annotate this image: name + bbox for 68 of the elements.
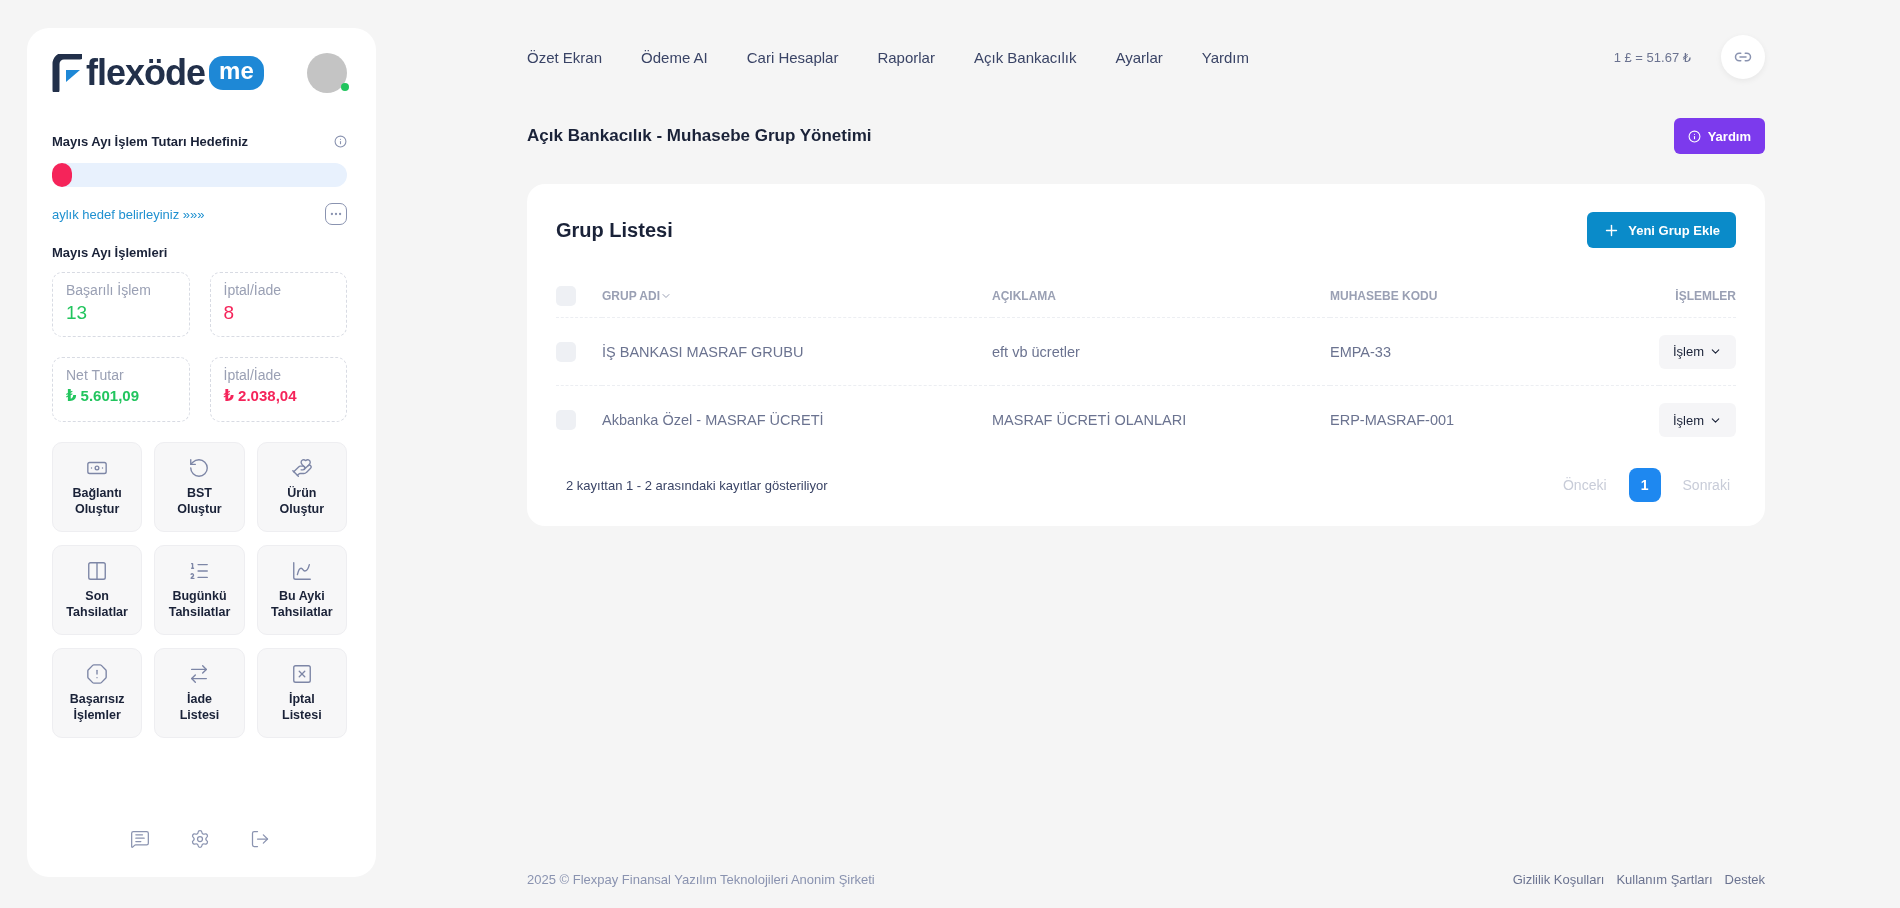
table-cell: İŞ BANKASI MASRAF GRUBU <box>602 318 992 386</box>
shortcut-tile[interactable]: BST Oluştur <box>154 442 245 532</box>
logo-mark-icon <box>52 54 82 92</box>
more-button[interactable] <box>325 203 347 225</box>
column-header: GRUP ADI <box>602 287 660 305</box>
stat-label: İptal/İade <box>223 367 283 383</box>
goal-title: Mayıs Ayı İşlem Tutarı Hedefiniz <box>52 134 248 149</box>
shortcut-tile[interactable]: İade Listesi <box>154 648 245 738</box>
stat-value: ₺ 5.601,09 <box>66 387 140 405</box>
shortcut-tile[interactable]: Bu Ayki Tahsilatlar <box>256 545 347 635</box>
shortcut-tile[interactable]: İptal Listesi <box>256 648 347 738</box>
column-header: AÇIKLAMA <box>992 274 1330 318</box>
info-icon <box>1687 129 1701 143</box>
nav-link[interactable]: Ayarlar <box>1115 48 1163 66</box>
stat-label: Net Tutar <box>66 367 125 383</box>
stat-value: 13 <box>66 302 89 324</box>
stats-title: Mayıs Ayı İşlemleri <box>52 245 168 260</box>
stat-label: İptal/İade <box>223 282 283 298</box>
nav-link[interactable]: Ödeme AI <box>641 48 708 66</box>
close-square-icon <box>290 663 313 685</box>
page-title: Açık Bankacılık - Muhasebe Grup Yönetimi <box>527 126 872 146</box>
column-header: İŞLEMLER <box>1658 274 1736 318</box>
shortcut-tile[interactable]: Son Tahsilatlar <box>52 545 143 635</box>
logo-badge: me <box>209 56 264 90</box>
action-dropdown[interactable]: İşlem <box>1658 334 1736 369</box>
nav-link[interactable]: Cari Hesaplar <box>746 48 839 66</box>
shortcut-tile[interactable]: Ürün Oluştur <box>256 442 347 532</box>
table-cell: EMPA-33 <box>1330 318 1659 386</box>
nav-link[interactable]: Yardım <box>1201 48 1249 66</box>
column-header: MUHASEBE KODU <box>1330 274 1659 318</box>
message-icon[interactable] <box>129 829 150 849</box>
footer-link[interactable]: Destek <box>1724 872 1765 887</box>
help-button[interactable]: Yardım <box>1673 118 1765 154</box>
avatar[interactable] <box>307 53 347 93</box>
shortcut-tile[interactable]: Bugünkü Tahsilatlar <box>154 545 245 635</box>
chart-icon <box>290 560 313 582</box>
exchange-rate: 1 £ = 51.67 ₺ <box>1613 49 1691 65</box>
nav-link[interactable]: Özet Ekran <box>527 48 603 66</box>
shortcut-tile[interactable]: Başarısız İşlemler <box>52 648 143 738</box>
page-button[interactable]: 1 <box>1628 468 1661 502</box>
add-group-button[interactable]: Yeni Grup Ekle <box>1587 212 1736 248</box>
refresh-icon <box>188 457 211 479</box>
footer-link[interactable]: Gizlilik Koşulları <box>1512 872 1605 887</box>
alert-octagon-icon <box>86 663 109 685</box>
settings-icon[interactable] <box>189 829 210 849</box>
logo-text: flexöde <box>86 52 206 94</box>
card-title: Grup Listesi <box>556 218 673 242</box>
footer-link[interactable]: Kullanım Şartları <box>1616 872 1713 887</box>
stat-value: 8 <box>223 302 236 324</box>
nav-link[interactable]: Açık Bankacılık <box>973 48 1077 66</box>
table-cell-text: ERP-MASRAF-001 <box>1330 411 1456 430</box>
stat-label: Başarılı İşlem <box>66 282 152 298</box>
shortcut-tile[interactable]: Bağlantı Oluştur <box>52 442 143 532</box>
table-summary: 2 kayıttan 1 - 2 arasındaki kayıtlar gösteriliyor <box>566 477 828 493</box>
copyright-text: 2025 © Flexpay Finansal Yazılım Teknolojileri Anonim Şirketi <box>527 871 875 887</box>
columns-icon <box>86 560 109 582</box>
table-cell: eft vb ücretler <box>992 318 1330 386</box>
info-icon <box>334 135 347 148</box>
logout-icon[interactable] <box>249 829 270 849</box>
nav-link[interactable]: Raporlar <box>877 48 935 66</box>
hand-box-icon <box>290 457 313 479</box>
table-cell-text: MASRAF ÜCRETİ OLANLARI <box>992 411 1188 430</box>
action-dropdown[interactable]: İşlem <box>1658 403 1736 437</box>
set-goal-link[interactable]: aylık hedef belirleyiniz »»» <box>52 206 205 222</box>
link-button[interactable] <box>1721 35 1765 79</box>
numbered-list-icon <box>188 560 211 582</box>
table-cell-text: Akbanka Özel - MASRAF ÜCRETİ <box>602 411 825 430</box>
stat-value: ₺ 2.038,04 <box>223 387 298 405</box>
